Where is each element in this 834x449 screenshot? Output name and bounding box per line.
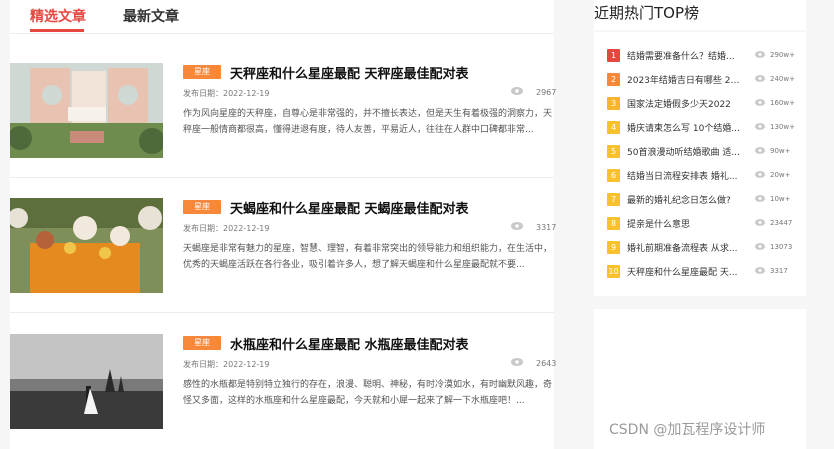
hot-list-views: 160w+ <box>770 99 795 107</box>
category-badge[interactable]: 星座 <box>183 200 221 214</box>
rank-badge: 6 <box>607 169 620 182</box>
eye-icon <box>755 51 765 58</box>
hot-list-item-title[interactable]: 天秤座和什么星座最配 天... <box>627 265 743 278</box>
eye-icon <box>755 75 765 82</box>
category-badge[interactable]: 星座 <box>183 65 221 79</box>
eye-icon <box>755 147 765 154</box>
article-list-panel: 精选文章 最新文章 星座 天秤座和什么星座最配 天秤座最佳配对表 发布日期：20… <box>10 0 557 449</box>
article-card[interactable]: 星座 天蝎座和什么星座最配 天蝎座最佳配对表 发布日期：2022-12-19 3… <box>10 198 557 318</box>
hot-list-views: 10w+ <box>770 195 791 203</box>
publish-date: 发布日期：2022-12-19 <box>183 360 270 369</box>
eye-icon <box>755 99 765 106</box>
hot-list-item[interactable]: 3 国家法定婚假多少天2022 160w+ <box>594 94 806 112</box>
hot-list-views: 13073 <box>770 243 793 251</box>
hot-list-item[interactable]: 4 婚庆请柬怎么写 10个结婚... 130w+ <box>594 118 806 136</box>
hot-list-item[interactable]: 2 2023年结婚吉日有哪些 20... 240w+ <box>594 70 806 88</box>
divider <box>10 177 554 178</box>
tab-latest[interactable]: 最新文章 <box>123 6 179 26</box>
rank-badge: 1 <box>607 49 620 62</box>
rank-badge: 9 <box>607 241 620 254</box>
eye-icon <box>755 219 765 226</box>
article-card[interactable]: 星座 水瓶座和什么星座最配 水瓶座最佳配对表 发布日期：2022-12-19 2… <box>10 334 557 449</box>
rank-badge: 2 <box>607 73 620 86</box>
view-count: 3317 <box>536 223 557 232</box>
rank-badge: 3 <box>607 97 620 110</box>
hot-list-header: 近期热门TOP榜 <box>594 0 806 30</box>
publish-date: 发布日期：2022-12-19 <box>183 89 270 98</box>
hot-list-item-title[interactable]: 婚庆请柬怎么写 10个结婚... <box>627 121 743 134</box>
tab-featured[interactable]: 精选文章 <box>30 6 86 26</box>
tab-bar: 精选文章 最新文章 <box>10 0 554 34</box>
article-title[interactable]: 水瓶座和什么星座最配 水瓶座最佳配对表 <box>230 334 469 353</box>
eye-icon <box>755 267 765 274</box>
hot-list-item-title[interactable]: 国家法定婚假多少天2022 <box>627 97 743 110</box>
eye-icon <box>511 87 523 95</box>
hot-list-views: 290w+ <box>770 51 795 59</box>
hot-list-views: 3317 <box>770 267 788 275</box>
hot-list-item-title[interactable]: 最新的婚礼纪念日怎么做? <box>627 193 743 206</box>
article-card[interactable]: 星座 天秤座和什么星座最配 天秤座最佳配对表 发布日期：2022-12-19 2… <box>10 63 557 183</box>
hot-list-item[interactable]: 8 提亲是什么意思 23447 <box>594 214 806 232</box>
rank-badge: 4 <box>607 121 620 134</box>
rank-badge: 8 <box>607 217 620 230</box>
publish-date: 发布日期：2022-12-19 <box>183 224 270 233</box>
hot-list-item[interactable]: 6 结婚当日流程安排表 婚礼... 20w+ <box>594 166 806 184</box>
hot-list-item-title[interactable]: 提亲是什么意思 <box>627 217 743 230</box>
eye-icon <box>755 195 765 202</box>
divider <box>10 312 554 313</box>
hot-list-item[interactable]: 10 天秤座和什么星座最配 天... 3317 <box>594 262 806 280</box>
view-count: 2967 <box>536 88 557 97</box>
article-summary: 作为风向星座的天秤座，自尊心是非常强的，并不擅长表达，但是天生有着极强的洞察力，… <box>183 109 553 135</box>
hot-list-item[interactable]: 5 50首浪漫动听结婚歌曲 适... 90w+ <box>594 142 806 160</box>
article-summary: 感性的水瓶都是特别特立独行的存在，浪漫、聪明、神秘，有时冷漠如水，有时幽默风趣，… <box>183 380 553 406</box>
hot-list-item-title[interactable]: 婚礼前期准备流程表 从求... <box>627 241 743 254</box>
hot-list-views: 90w+ <box>770 147 791 155</box>
eye-icon <box>755 243 765 250</box>
article-summary: 天蝎座是非常有魅力的星座，智慧、理智，有着非常突出的领导能力和组织能力，在生活中… <box>183 244 553 270</box>
hot-list-views: 23447 <box>770 219 793 227</box>
eye-icon <box>755 171 765 178</box>
category-badge[interactable]: 星座 <box>183 336 221 350</box>
hot-list-views: 240w+ <box>770 75 795 83</box>
rank-badge: 7 <box>607 193 620 206</box>
rank-badge: 10 <box>607 265 620 278</box>
hot-list-item-title[interactable]: 2023年结婚吉日有哪些 20... <box>627 73 743 86</box>
hot-list-item-title[interactable]: 50首浪漫动听结婚歌曲 适... <box>627 145 743 158</box>
hot-list-item[interactable]: 1 结婚需要准备什么？结婚... 290w+ <box>594 46 806 64</box>
hot-list-item[interactable]: 9 婚礼前期准备流程表 从求... 13073 <box>594 238 806 256</box>
article-thumbnail[interactable] <box>10 63 163 158</box>
article-thumbnail[interactable] <box>10 334 163 429</box>
rank-badge: 5 <box>607 145 620 158</box>
hot-list: 1 结婚需要准备什么？结婚... 290w+ 2 2023年结婚吉日有哪些 20… <box>594 32 806 296</box>
article-title[interactable]: 天秤座和什么星座最配 天秤座最佳配对表 <box>230 63 469 82</box>
active-tab-underline <box>30 29 84 32</box>
hot-list-title: 近期热门TOP榜 <box>594 4 700 22</box>
watermark: CSDN @加瓦程序设计师 <box>609 422 766 438</box>
article-title[interactable]: 天蝎座和什么星座最配 天蝎座最佳配对表 <box>230 198 469 217</box>
view-count: 2643 <box>536 359 557 368</box>
hot-list-views: 130w+ <box>770 123 795 131</box>
eye-icon <box>511 358 523 366</box>
eye-icon <box>755 123 765 130</box>
hot-list-item-title[interactable]: 结婚需要准备什么？结婚... <box>627 49 743 62</box>
eye-icon <box>511 222 523 230</box>
hot-list-views: 20w+ <box>770 171 791 179</box>
hot-list-item[interactable]: 7 最新的婚礼纪念日怎么做? 10w+ <box>594 190 806 208</box>
hot-list-item-title[interactable]: 结婚当日流程安排表 婚礼... <box>627 169 743 182</box>
article-thumbnail[interactable] <box>10 198 163 293</box>
